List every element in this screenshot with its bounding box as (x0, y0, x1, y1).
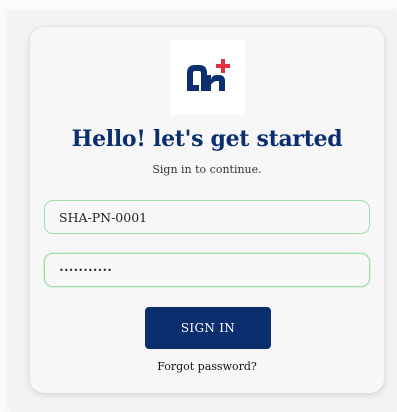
page-subtitle: Sign in to continue. (152, 163, 262, 176)
brand-logo-icon (187, 59, 230, 91)
forgot-password-link[interactable]: Forgot password? (30, 360, 384, 373)
login-card: Hello! let's get started Sign in to cont… (30, 27, 384, 393)
logo-container (170, 40, 245, 115)
password-input[interactable] (44, 253, 370, 287)
sign-in-button[interactable]: SIGN IN (145, 307, 271, 349)
page-title: Hello! let's get started (71, 126, 343, 152)
username-input[interactable] (44, 200, 370, 234)
